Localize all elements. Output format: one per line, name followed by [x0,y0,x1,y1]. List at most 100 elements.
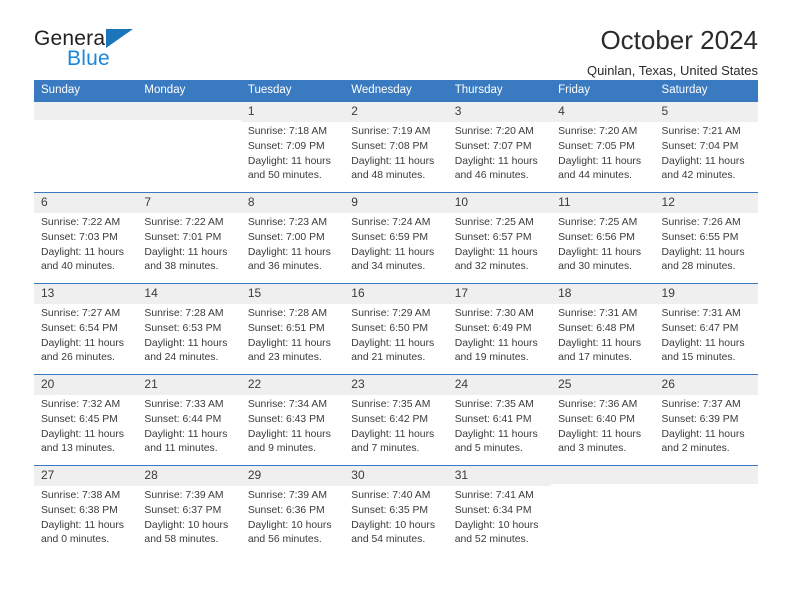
day-number: 4 [551,102,655,123]
calendar-day-cell[interactable]: 2 Sunrise: 7:19 AM Sunset: 7:08 PM Daylight… [344,102,448,193]
calendar-day-cell[interactable]: 17 Sunrise: 7:30 AM Sunset: 6:49 PM Dayligh… [447,284,552,375]
calendar-day-cell[interactable]: 9 Sunrise: 7:24 AM Sunset: 6:59 PM Daylight… [344,193,448,284]
day-number [551,466,655,485]
sunrise-text: Sunrise: 7:37 AM [661,399,741,411]
day-details: Sunrise: 7:26 AM Sunset: 6:55 PM Daylight:… [655,213,758,275]
daylight-text: Daylight: 11 hours and 2 minutes. [661,428,745,455]
daylight-text: Daylight: 11 hours and 34 minutes. [351,246,435,273]
calendar-day-cell[interactable]: 8 Sunrise: 7:23 AM Sunset: 7:00 PM Daylight… [240,193,345,284]
day-number: 13 [34,284,138,305]
sunset-text: Sunset: 6:40 PM [558,413,635,425]
calendar-day-cell[interactable]: 29 Sunrise: 7:39 AM Sunset: 6:36 PM Dayligh… [240,466,345,557]
weekday-header-sunday: Sunday [34,80,138,103]
day-number: 25 [551,375,655,396]
weekday-header-monday: Monday [137,80,241,103]
calendar-day-cell[interactable]: 24 Sunrise: 7:35 AM Sunset: 6:41 PM Dayligh… [447,375,552,466]
calendar-day-cell[interactable]: 14 Sunrise: 7:28 AM Sunset: 6:53 PM Dayligh… [137,284,241,375]
logo-triangle-icon [106,29,133,48]
sunrise-text: Sunrise: 7:35 AM [454,399,534,411]
calendar-day-cell[interactable]: 20 Sunrise: 7:32 AM Sunset: 6:45 PM Dayligh… [34,375,138,466]
calendar-day-cell[interactable]: 15 Sunrise: 7:28 AM Sunset: 6:51 PM Dayligh… [240,284,345,375]
day-number: 10 [447,193,552,214]
calendar-day-cell[interactable]: 10 Sunrise: 7:25 AM Sunset: 6:57 PM Dayligh… [447,193,552,284]
daylight-text: Daylight: 11 hours and 13 minutes. [41,428,124,455]
day-details: Sunrise: 7:31 AM Sunset: 6:48 PM Daylight:… [551,304,654,366]
calendar-day-cell[interactable]: 25 Sunrise: 7:36 AM Sunset: 6:40 PM Dayligh… [551,375,655,466]
calendar-day-cell[interactable]: 7 Sunrise: 7:22 AM Sunset: 7:01 PM Daylight… [137,193,241,284]
calendar-day-cell[interactable]: 23 Sunrise: 7:35 AM Sunset: 6:42 PM Dayligh… [344,375,448,466]
calendar-day-cell[interactable]: 4 Sunrise: 7:20 AM Sunset: 7:05 PM Daylight… [551,102,655,193]
sunset-text: Sunset: 6:53 PM [144,322,222,334]
day-number: 29 [240,466,345,487]
calendar-day-cell[interactable]: 16 Sunrise: 7:29 AM Sunset: 6:50 PM Dayligh… [344,284,448,375]
calendar-day-cell[interactable]: 1 Sunrise: 7:18 AM Sunset: 7:09 PM Daylight… [240,102,345,193]
calendar-day-cell[interactable]: 11 Sunrise: 7:25 AM Sunset: 6:56 PM Dayligh… [551,193,655,284]
calendar-day-cell[interactable]: 3 Sunrise: 7:20 AM Sunset: 7:07 PM Daylight… [447,102,552,193]
calendar-day-cell[interactable]: 31 Sunrise: 7:41 AM Sunset: 6:34 PM Dayligh… [447,466,552,557]
day-details: Sunrise: 7:40 AM Sunset: 6:35 PM Daylight:… [344,486,447,548]
daylight-text: Daylight: 11 hours and 40 minutes. [41,246,124,273]
day-details: Sunrise: 7:23 AM Sunset: 7:00 PM Daylight:… [241,213,344,275]
calendar-day-cell[interactable]: 13 Sunrise: 7:27 AM Sunset: 6:54 PM Dayligh… [34,284,138,375]
calendar-day-cell[interactable]: 22 Sunrise: 7:34 AM Sunset: 6:43 PM Dayligh… [240,375,345,466]
page-title: October 2024 [600,25,758,55]
sunset-text: Sunset: 7:03 PM [41,231,118,243]
sunrise-text: Sunrise: 7:27 AM [41,308,121,320]
day-number: 31 [447,466,552,487]
daylight-text: Daylight: 11 hours and 23 minutes. [247,337,331,364]
daylight-text: Daylight: 11 hours and 50 minutes. [247,155,331,182]
day-number: 5 [654,102,758,123]
calendar-day-cell[interactable]: 30 Sunrise: 7:40 AM Sunset: 6:35 PM Dayligh… [344,466,448,557]
day-number: 7 [137,193,241,214]
calendar-day-cell[interactable]: 19 Sunrise: 7:31 AM Sunset: 6:47 PM Dayligh… [654,284,758,375]
daylight-text: Daylight: 11 hours and 32 minutes. [454,246,538,273]
daylight-text: Daylight: 11 hours and 7 minutes. [351,428,435,455]
sunrise-text: Sunrise: 7:31 AM [558,308,638,320]
daylight-text: Daylight: 11 hours and 38 minutes. [144,246,228,273]
daylight-text: Daylight: 11 hours and 3 minutes. [558,428,642,455]
sunset-text: Sunset: 6:44 PM [144,413,222,425]
calendar-day-cell[interactable]: 5 Sunrise: 7:21 AM Sunset: 7:04 PM Daylight… [654,102,758,193]
daylight-text: Daylight: 11 hours and 15 minutes. [661,337,745,364]
calendar-day-cell[interactable]: 27 Sunrise: 7:38 AM Sunset: 6:38 PM Dayligh… [34,466,138,557]
day-number: 22 [240,375,345,396]
page-subtitle: Quinlan, Texas, United States [586,62,758,78]
sunset-text: Sunset: 7:05 PM [558,140,635,152]
day-number: 2 [344,102,448,123]
calendar-day-cell[interactable]: 12 Sunrise: 7:26 AM Sunset: 6:55 PM Dayligh… [654,193,758,284]
calendar-day-cell[interactable]: 21 Sunrise: 7:33 AM Sunset: 6:44 PM Dayligh… [137,375,241,466]
sunset-text: Sunset: 6:35 PM [351,504,429,516]
day-number: 6 [34,193,138,214]
calendar-week-row: 1 Sunrise: 7:18 AM Sunset: 7:09 PM Daylight… [34,102,758,193]
weekday-header-thursday: Thursday [447,80,552,103]
sunset-text: Sunset: 6:39 PM [661,413,739,425]
day-number: 19 [654,284,758,305]
calendar-day-cell[interactable]: 18 Sunrise: 7:31 AM Sunset: 6:48 PM Dayligh… [551,284,655,375]
calendar-day-cell[interactable]: 26 Sunrise: 7:37 AM Sunset: 6:39 PM Dayligh… [654,375,758,466]
sunset-text: Sunset: 6:34 PM [454,504,532,516]
day-number: 30 [344,466,448,487]
day-number: 17 [447,284,552,305]
sunset-text: Sunset: 6:57 PM [454,231,532,243]
day-details: Sunrise: 7:20 AM Sunset: 7:05 PM Daylight:… [551,122,654,184]
general-blue-logo[interactable]: General Blue [34,26,154,76]
sunset-text: Sunset: 6:49 PM [454,322,532,334]
sunset-text: Sunset: 6:48 PM [558,322,635,334]
daylight-text: Daylight: 10 hours and 58 minutes. [144,519,229,546]
sunset-text: Sunset: 6:56 PM [558,231,635,243]
sunrise-text: Sunrise: 7:30 AM [454,308,534,320]
day-details: Sunrise: 7:37 AM Sunset: 6:39 PM Daylight:… [655,395,758,457]
sunrise-text: Sunrise: 7:31 AM [661,308,741,320]
calendar-day-cell[interactable]: 6 Sunrise: 7:22 AM Sunset: 7:03 PM Daylight… [34,193,138,284]
day-details: Sunrise: 7:25 AM Sunset: 6:56 PM Daylight:… [551,213,654,275]
sunset-text: Sunset: 7:00 PM [247,231,325,243]
sunset-text: Sunset: 6:51 PM [247,322,325,334]
sunrise-text: Sunrise: 7:32 AM [41,399,121,411]
sunrise-text: Sunrise: 7:21 AM [661,126,741,138]
daylight-text: Daylight: 11 hours and 48 minutes. [351,155,435,182]
daylight-text: Daylight: 11 hours and 17 minutes. [558,337,642,364]
calendar-day-cell[interactable]: 28 Sunrise: 7:39 AM Sunset: 6:37 PM Dayligh… [137,466,241,557]
day-number: 27 [34,466,138,487]
page-header: General Blue October 2024 Quinlan, Texas… [34,0,758,77]
day-number [137,102,241,121]
